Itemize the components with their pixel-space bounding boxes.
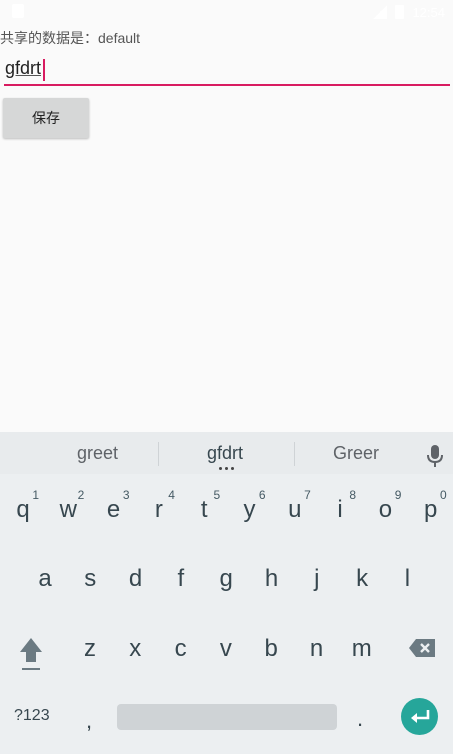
symbols-key[interactable]: ?123 xyxy=(14,707,50,725)
key-label: z xyxy=(84,635,96,662)
key-l[interactable]: l xyxy=(385,551,429,607)
save-button[interactable]: 保存 xyxy=(3,98,89,138)
key-r[interactable]: r4 xyxy=(137,482,181,538)
key-label: b xyxy=(264,635,278,662)
key-e[interactable]: e3 xyxy=(92,482,136,538)
key-hint: 4 xyxy=(168,488,175,502)
key-label: f xyxy=(177,565,185,592)
key-p[interactable]: p0 xyxy=(409,482,453,538)
key-w[interactable]: w2 xyxy=(46,482,90,538)
key-j[interactable]: j xyxy=(295,551,339,607)
text-cursor xyxy=(43,59,45,81)
suggestion-divider xyxy=(158,442,159,466)
status-bar: 12:54 xyxy=(0,0,453,24)
key-label: j xyxy=(314,565,320,592)
space-key[interactable] xyxy=(117,704,337,730)
status-time: 12:54 xyxy=(412,4,445,20)
shift-icon[interactable] xyxy=(18,636,44,672)
backspace-icon[interactable] xyxy=(408,638,436,658)
key-label: r xyxy=(154,496,163,523)
key-label: q xyxy=(16,496,30,523)
app-content: 共享的数据是：default gfdrt 保存 xyxy=(0,24,453,432)
key-hint: 7 xyxy=(304,488,311,502)
key-t[interactable]: t5 xyxy=(182,482,226,538)
key-g[interactable]: g xyxy=(204,551,248,607)
key-n[interactable]: n xyxy=(295,621,339,677)
battery-icon xyxy=(395,5,405,19)
more-suggestions-icon[interactable] xyxy=(219,467,234,470)
key-f[interactable]: f xyxy=(159,551,203,607)
suggestion-2[interactable]: gfdrt xyxy=(207,443,243,464)
key-hint: 3 xyxy=(122,488,130,502)
key-y[interactable]: y6 xyxy=(228,482,272,538)
key-label: l xyxy=(404,565,411,592)
key-u[interactable]: u7 xyxy=(273,482,317,538)
key-label: g xyxy=(219,565,233,592)
key-i[interactable]: i8 xyxy=(318,482,362,538)
suggestion-divider xyxy=(294,442,295,466)
key-s[interactable]: s xyxy=(68,551,112,607)
period-key[interactable]: . xyxy=(357,706,363,732)
key-o[interactable]: o9 xyxy=(363,482,407,538)
suggestion-bar: greet gfdrt Greer xyxy=(0,432,453,474)
key-c[interactable]: c xyxy=(159,621,203,677)
key-b[interactable]: b xyxy=(249,621,293,677)
enter-icon xyxy=(410,709,429,723)
key-label: m xyxy=(351,635,372,662)
enter-button[interactable] xyxy=(401,698,438,735)
key-label: k xyxy=(356,565,369,592)
key-label: i xyxy=(337,496,343,523)
key-m[interactable]: m xyxy=(340,621,384,677)
key-label: a xyxy=(38,565,52,592)
key-d[interactable]: d xyxy=(114,551,158,607)
key-v[interactable]: v xyxy=(204,621,248,677)
soft-keyboard: greet gfdrt Greer ?123 , . q1w 2 e 3 r 4… xyxy=(0,432,453,754)
signal-icon xyxy=(373,5,388,19)
key-label: u xyxy=(288,496,302,523)
key-h[interactable]: h xyxy=(250,551,294,607)
key-hint: 1 xyxy=(32,488,39,502)
key-label: e xyxy=(106,496,121,523)
key-hint: 6 xyxy=(258,488,266,502)
key-label: s xyxy=(84,565,97,592)
key-label: c xyxy=(174,635,187,662)
key-hint: 5 xyxy=(213,488,221,502)
shared-data-label: 共享的数据是：default xyxy=(0,30,141,46)
notification-icon xyxy=(12,4,24,18)
key-label: p xyxy=(424,496,438,523)
key-a[interactable]: a xyxy=(23,551,67,607)
key-hint: 0 xyxy=(440,488,447,502)
status-icons: 12:54 xyxy=(373,3,445,21)
key-label: y xyxy=(243,496,256,523)
input-value: gfdrt xyxy=(5,58,42,78)
key-q[interactable]: q1 xyxy=(1,482,45,538)
key-k[interactable]: k xyxy=(340,551,384,607)
key-label: n xyxy=(309,635,324,662)
key-z[interactable]: z xyxy=(68,621,112,677)
key-hint: 8 xyxy=(349,488,357,502)
key-x[interactable]: x xyxy=(113,621,157,677)
mic-icon[interactable] xyxy=(426,444,444,468)
key-label: t xyxy=(200,496,208,523)
suggestion-1[interactable]: greet xyxy=(77,443,118,464)
key-hint: 9 xyxy=(394,488,402,502)
key-label: x xyxy=(129,635,142,662)
key-hint: 2 xyxy=(77,488,85,502)
key-label: h xyxy=(264,565,279,592)
key-label: w xyxy=(59,496,77,523)
text-input[interactable]: gfdrt xyxy=(4,54,450,86)
key-label: o xyxy=(378,496,393,523)
comma-key[interactable]: , xyxy=(86,708,92,734)
suggestion-3[interactable]: Greer xyxy=(333,443,379,464)
key-label: v xyxy=(219,635,232,662)
key-label: d xyxy=(128,565,143,592)
